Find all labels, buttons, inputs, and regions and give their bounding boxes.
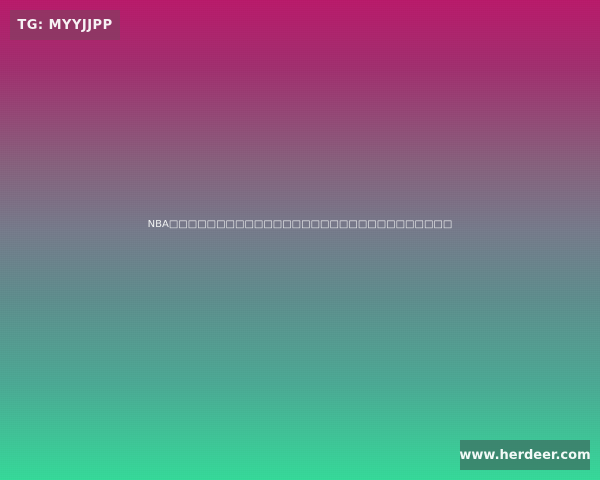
tg-watermark-badge: TG: MYYJJPP xyxy=(10,10,120,40)
gradient-background xyxy=(0,0,600,480)
tg-watermark-label: TG: MYYJJPP xyxy=(17,17,113,33)
site-watermark-label: www.herdeer.com xyxy=(459,447,591,463)
site-watermark-badge: www.herdeer.com xyxy=(459,440,591,470)
center-caption: NBA□□□□□□□□□□□□□□□□□□□□□□□□□□□□□□ xyxy=(147,219,453,230)
